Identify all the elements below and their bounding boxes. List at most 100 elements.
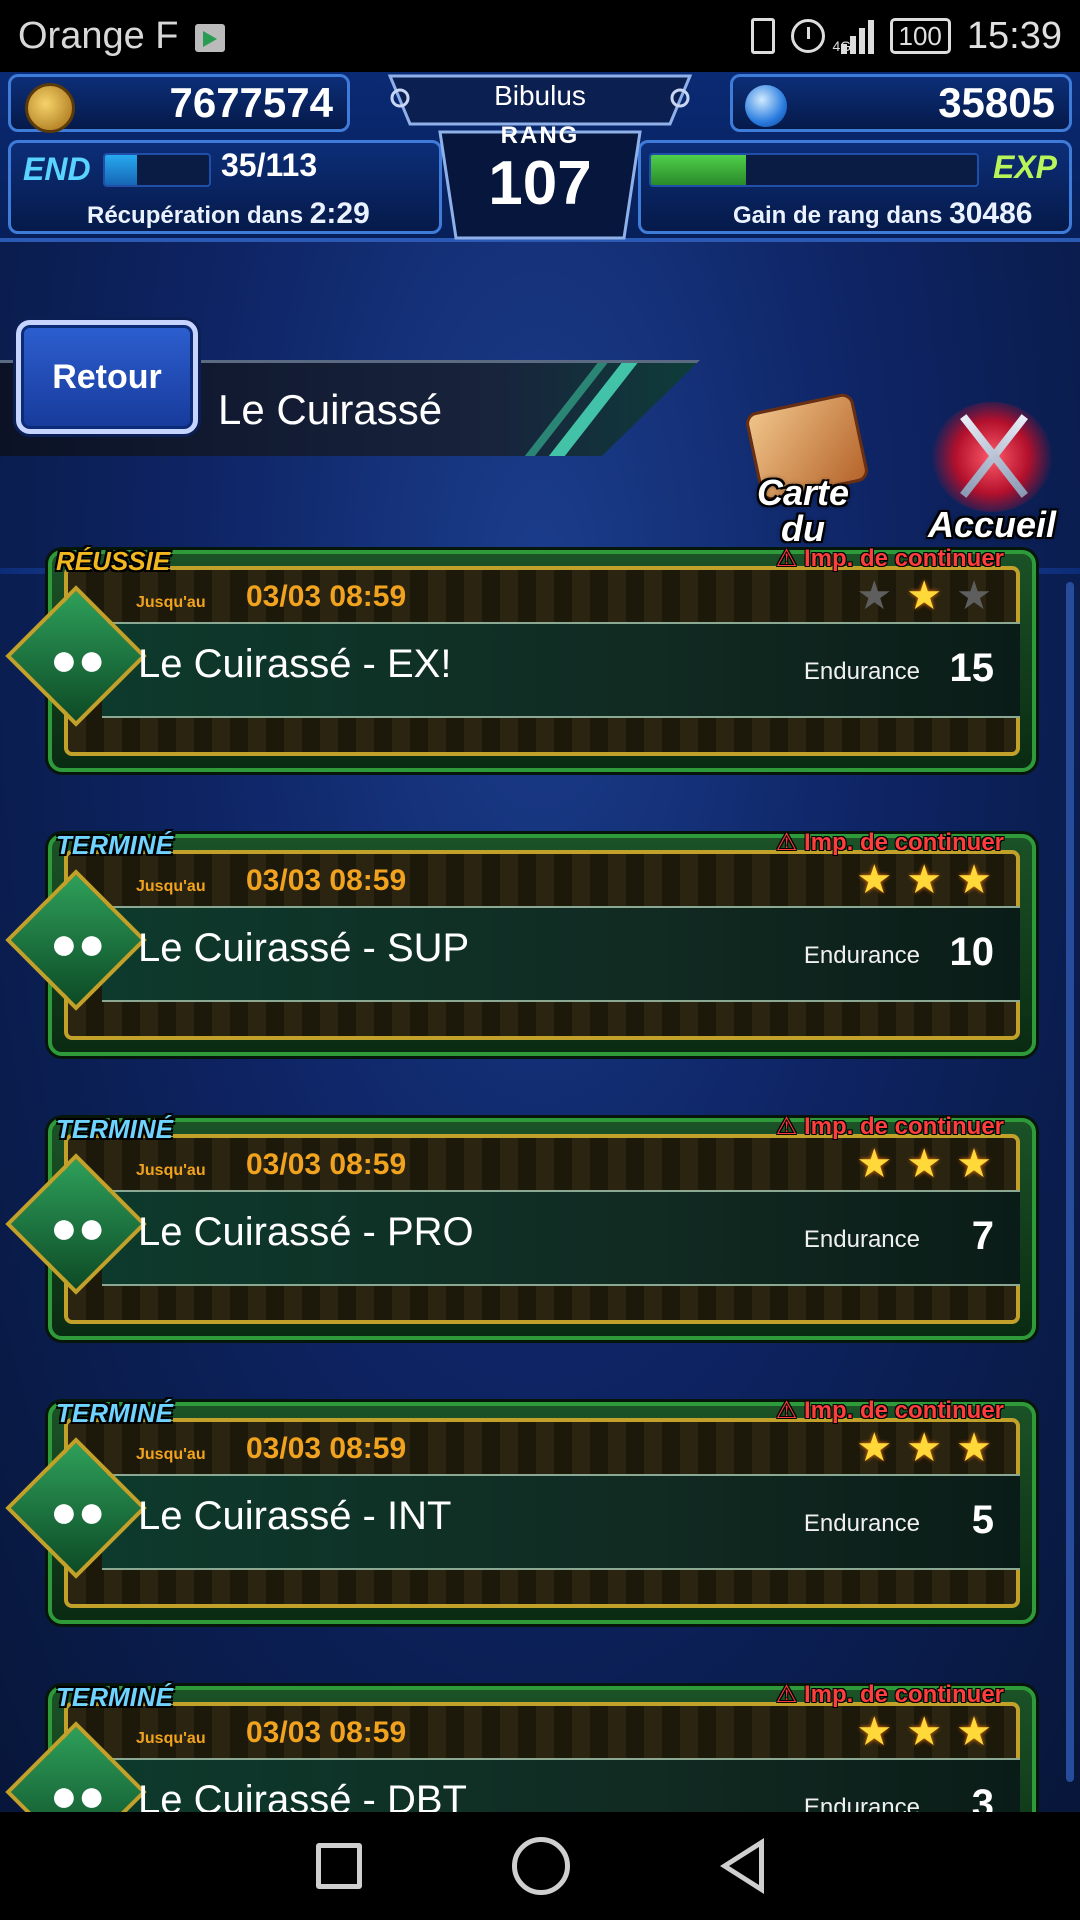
footsteps-icon: ●● [5,1144,147,1314]
alarm-icon [790,19,825,53]
star-icon: ★ [906,574,943,618]
stamina-cost: 5 [971,1498,994,1542]
rankup-label: Gain de rang dans [733,202,943,229]
player-name: Bibulus [494,80,586,111]
signal-icon: 4G [833,18,874,54]
world-map-button[interactable]: Carte du monde [722,391,884,586]
quest-status: TERMINÉ [56,1114,173,1144]
star-icon: ★ [906,858,943,902]
world-map-label-line1: Carte [756,472,850,513]
footsteps-icon: ●● [5,576,147,746]
star-icon: ★ [856,1710,893,1754]
game-screen: 7677574 35805 END 35/113 Récupération da… [0,72,1080,1812]
star-icon: ★ [906,1710,943,1754]
recovery-text: Récupération dans 2:29 [87,197,370,231]
stamina-cost: 3 [971,1782,994,1812]
stamina-panel: END 35/113 Récupération dans 2:29 [8,140,442,234]
stamina-cost-label: Endurance [803,1510,920,1537]
star-icon: ★ [856,858,893,902]
until-label: Jusqu'au [136,1446,206,1463]
quest-card[interactable]: ●● TERMINÉ ⚠ Imp. de continuer Jusqu'au … [5,824,1058,1060]
top-hud: 7677574 35805 END 35/113 Récupération da… [0,72,1080,242]
until-date: 03/03 08:59 [246,1432,407,1465]
gem-amount: 35805 [938,79,1055,126]
recents-button[interactable] [316,1843,362,1889]
until-date: 03/03 08:59 [246,1148,407,1181]
back-button-label: Retour [52,357,162,396]
warning-triangle-icon: ⚠ [775,1681,798,1708]
star-icon: ★ [906,1142,943,1186]
warning-text: Imp. de continuer [803,829,1004,856]
no-continue-warning: ⚠ Imp. de continuer [776,1112,1004,1141]
quest-name: Le Cuirassé - EX! [138,642,452,686]
no-continue-warning: ⚠ Imp. de continuer [776,544,1004,573]
android-nav-bar [0,1812,1080,1920]
warning-triangle-icon: ⚠ [775,545,798,572]
home-label: Accueil [927,504,1057,545]
warning-text: Imp. de continuer [803,1113,1004,1140]
warning-triangle-icon: ⚠ [775,1113,798,1140]
stamina-cost-label: Endurance [803,1794,920,1812]
gil-panel: 7677574 [8,74,350,133]
until-label: Jusqu'au [136,594,206,611]
star-icon: ★ [856,574,893,618]
stamina-label: END [23,151,91,187]
home-button[interactable]: Accueil [912,402,1072,552]
vibrate-icon [750,18,775,54]
quest-stars: ★ ★ ★ [856,1712,992,1752]
stamina-value: 35/113 [221,147,318,183]
until-date: 03/03 08:59 [246,580,407,613]
play-store-icon [193,18,227,54]
quest-name: Le Cuirassé - DBT [138,1778,467,1812]
star-icon: ★ [956,858,992,902]
recovery-label: Récupération dans [87,202,304,229]
quest-card[interactable]: ●● TERMINÉ ⚠ Imp. de continuer Jusqu'au … [5,1676,1058,1812]
quest-card[interactable]: ●● TERMINÉ ⚠ Imp. de continuer Jusqu'au … [5,1392,1058,1628]
warning-text: Imp. de continuer [803,1397,1004,1424]
quest-card[interactable]: ●● TERMINÉ ⚠ Imp. de continuer Jusqu'au … [5,1108,1058,1344]
recovery-time: 2:29 [309,197,370,230]
home-nav-button[interactable] [512,1837,570,1895]
back-button[interactable]: Retour [16,320,198,434]
quest-status: TERMINÉ [56,1398,173,1428]
stamina-bar-fill [105,155,138,185]
quest-stars: ★ ★ ★ [856,1144,992,1184]
quest-list-scrollbar[interactable] [1066,582,1074,1782]
star-icon: ★ [956,1426,992,1470]
exp-label: EXP [992,149,1057,185]
gem-panel[interactable]: 35805 [730,74,1072,132]
quest-card[interactable]: ●● RÉUSSIE ⚠ Imp. de continuer Jusqu'au … [5,540,1058,776]
lapis-gem-icon [745,85,787,127]
quest-name: Le Cuirassé - PRO [138,1210,474,1254]
no-continue-warning: ⚠ Imp. de continuer [776,1396,1004,1425]
until-label: Jusqu'au [136,1162,206,1179]
warning-text: Imp. de continuer [803,1681,1004,1708]
until-label: Jusqu'au [136,1730,206,1747]
until-date: 03/03 08:59 [246,864,407,897]
rank-value: 107 [488,149,592,218]
back-nav-button[interactable] [720,1838,764,1894]
star-icon: ★ [856,1142,893,1186]
footsteps-icon: ●● [5,1712,147,1812]
quest-stars: ★ ★ ★ [856,860,992,900]
quest-status: TERMINÉ [56,1682,173,1712]
footsteps-icon: ●● [5,1428,147,1598]
stamina-cost-label: Endurance [803,658,920,685]
star-icon: ★ [906,1426,943,1470]
quest-status: RÉUSSIE [56,546,171,576]
page-title: Le Cuirassé [218,386,443,433]
rankup-value: 30486 [949,197,1033,230]
star-icon: ★ [956,574,992,618]
warning-triangle-icon: ⚠ [775,1397,798,1424]
clock: 15:39 [966,14,1062,57]
stamina-cost-label: Endurance [803,1226,920,1253]
star-icon: ★ [956,1142,992,1186]
no-continue-warning: ⚠ Imp. de continuer [776,1680,1004,1709]
network-type: 4G [832,38,852,54]
stamina-cost: 7 [971,1214,994,1258]
footsteps-icon: ●● [5,860,147,1030]
quest-name: Le Cuirassé - SUP [138,926,470,970]
stamina-cost: 10 [949,930,995,974]
star-icon: ★ [856,1426,893,1470]
quest-stars: ★ ★ ★ [856,576,992,616]
